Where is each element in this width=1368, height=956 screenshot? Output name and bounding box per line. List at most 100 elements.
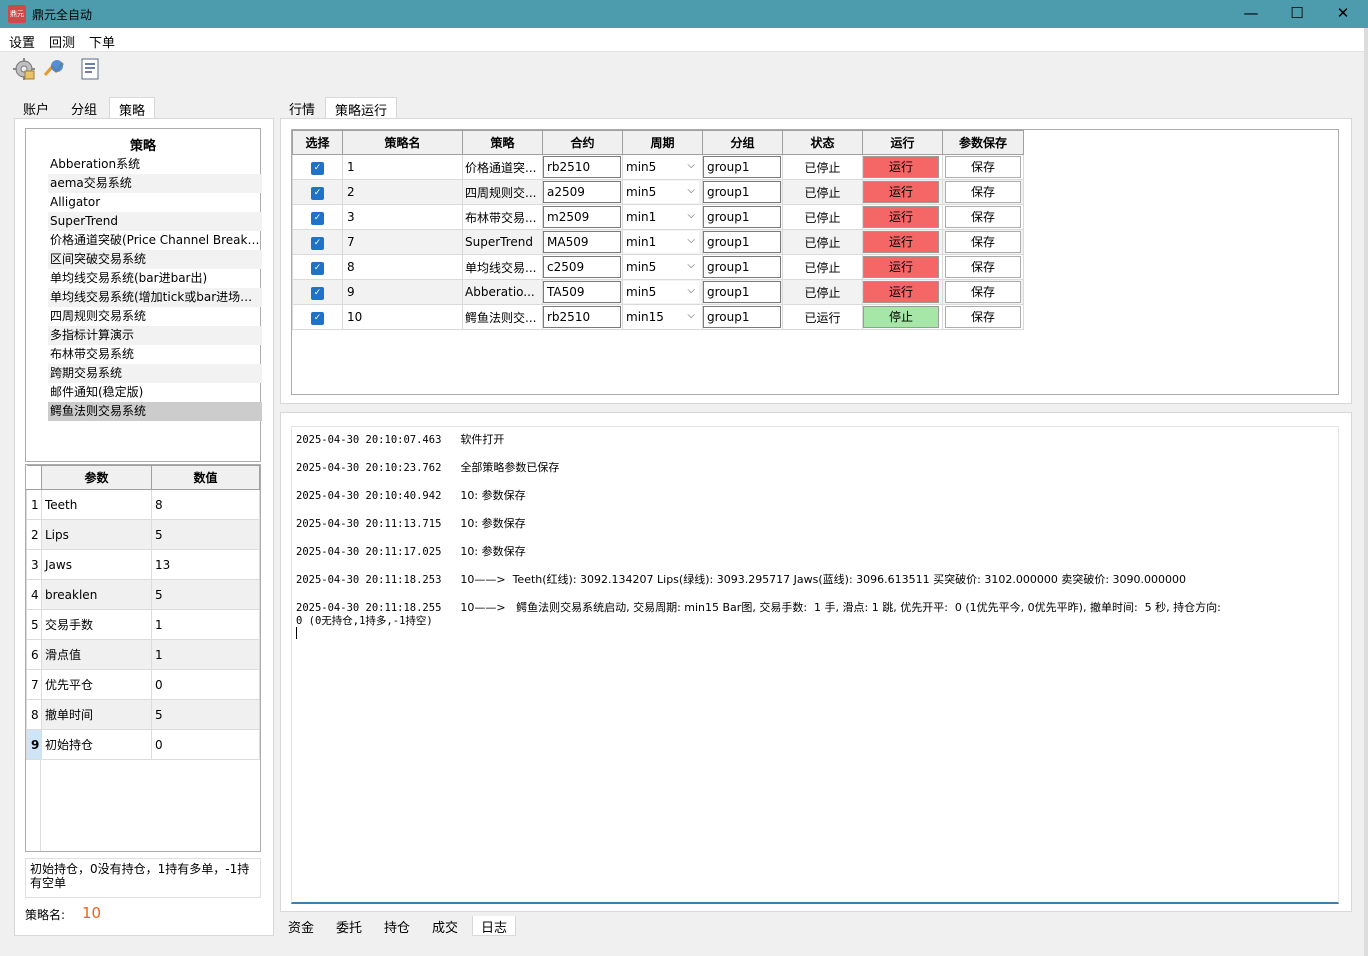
group-input[interactable]: group1 — [703, 256, 781, 278]
run-toggle-button[interactable]: 停止 — [863, 306, 939, 328]
save-params-button[interactable]: 保存 — [945, 206, 1021, 228]
period-select[interactable]: min5 ⌵ — [623, 256, 699, 278]
strategy-list-item[interactable]: 多指标计算演示 — [48, 326, 262, 345]
column-header[interactable]: 参数保存 — [942, 130, 1024, 155]
contract-input[interactable]: a2509 — [543, 181, 621, 203]
param-value[interactable]: 0 — [151, 729, 260, 760]
group-input[interactable]: group1 — [703, 206, 781, 228]
run-toggle-button[interactable]: 运行 — [863, 206, 939, 228]
param-row[interactable]: 5 交易手数 1 — [26, 609, 260, 640]
param-value[interactable]: 5 — [151, 519, 260, 550]
run-toggle-button[interactable]: 运行 — [863, 281, 939, 303]
column-header[interactable]: 选择 — [292, 130, 343, 155]
strategy-list-item[interactable]: 邮件通知(稳定版) — [48, 383, 262, 402]
param-value[interactable]: 5 — [151, 579, 260, 610]
select-checkbox[interactable]: ✓ — [311, 312, 324, 325]
tab-strategy-run[interactable]: 策略运行 — [325, 97, 398, 119]
contract-input[interactable]: MA509 — [543, 231, 621, 253]
select-checkbox[interactable]: ✓ — [311, 287, 324, 300]
close-icon[interactable]: ✕ — [1320, 0, 1366, 28]
period-select[interactable]: min5 ⌵ — [623, 156, 699, 178]
group-input[interactable]: group1 — [703, 156, 781, 178]
select-checkbox[interactable]: ✓ — [311, 262, 324, 275]
param-value[interactable]: 1 — [151, 609, 260, 640]
strategy-list-item[interactable]: Alligator — [48, 193, 262, 212]
tab-trades[interactable]: 成交 — [424, 916, 466, 936]
save-params-button[interactable]: 保存 — [945, 231, 1021, 253]
column-header[interactable]: 周期 — [622, 130, 703, 155]
group-input[interactable]: group1 — [703, 306, 781, 328]
strategy-list-item[interactable]: SuperTrend — [48, 212, 262, 231]
select-checkbox[interactable]: ✓ — [311, 212, 324, 225]
tab-account[interactable]: 账户 — [14, 97, 58, 118]
strategy-list-item[interactable]: 鳄鱼法则交易系统 — [48, 402, 262, 421]
period-select[interactable]: min1 ⌵ — [623, 206, 699, 228]
run-toggle-button[interactable]: 运行 — [863, 181, 939, 203]
strategy-list-item[interactable]: 单均线交易系统(bar进bar出) — [48, 269, 262, 288]
menu-backtest[interactable]: 回测 — [49, 32, 75, 51]
tab-positions[interactable]: 持仓 — [376, 916, 418, 936]
contract-input[interactable]: m2509 — [543, 206, 621, 228]
period-select[interactable]: min5 ⌵ — [623, 281, 699, 303]
column-header[interactable]: 策略 — [462, 130, 543, 155]
run-toggle-button[interactable]: 运行 — [863, 156, 939, 178]
column-header[interactable]: 状态 — [782, 130, 863, 155]
contract-input[interactable]: TA509 — [543, 281, 621, 303]
group-input[interactable]: group1 — [703, 231, 781, 253]
select-checkbox[interactable]: ✓ — [311, 162, 324, 175]
run-toggle-button[interactable]: 运行 — [863, 231, 939, 253]
select-checkbox[interactable]: ✓ — [311, 187, 324, 200]
group-input[interactable]: group1 — [703, 281, 781, 303]
period-select[interactable]: min5 ⌵ — [623, 181, 699, 203]
param-row[interactable]: 8 撤单时间 5 — [26, 699, 260, 730]
column-header[interactable]: 运行 — [862, 130, 943, 155]
param-value[interactable]: 13 — [151, 549, 260, 580]
settings-icon[interactable] — [12, 57, 36, 81]
tab-group[interactable]: 分组 — [62, 97, 106, 118]
maximize-icon[interactable]: ☐ — [1274, 0, 1320, 28]
save-params-button[interactable]: 保存 — [945, 281, 1021, 303]
param-row[interactable]: 9 初始持仓 0 — [26, 729, 260, 760]
document-icon[interactable] — [78, 57, 102, 81]
period-select[interactable]: min1 ⌵ — [623, 231, 699, 253]
param-value[interactable]: 1 — [151, 639, 260, 670]
backtest-icon[interactable] — [42, 57, 66, 81]
param-value[interactable]: 0 — [151, 669, 260, 700]
log-textarea[interactable]: 2025-04-30 20:10:07.463 软件打开 2025-04-30 2… — [291, 426, 1339, 904]
strategy-list-item[interactable]: 布林带交易系统 — [48, 345, 262, 364]
column-header[interactable]: 分组 — [702, 130, 783, 155]
param-value[interactable]: 5 — [151, 699, 260, 730]
contract-input[interactable]: rb2510 — [543, 306, 621, 328]
column-header[interactable]: 合约 — [542, 130, 623, 155]
save-params-button[interactable]: 保存 — [945, 256, 1021, 278]
strategy-list-item[interactable]: 区间突破交易系统 — [48, 250, 262, 269]
minimize-icon[interactable]: — — [1228, 0, 1274, 28]
contract-input[interactable]: rb2510 — [543, 156, 621, 178]
param-row[interactable]: 2 Lips 5 — [26, 519, 260, 550]
tab-log[interactable]: 日志 — [472, 916, 517, 936]
group-input[interactable]: group1 — [703, 181, 781, 203]
save-params-button[interactable]: 保存 — [945, 306, 1021, 328]
period-select[interactable]: min15 ⌵ — [623, 306, 699, 328]
save-params-button[interactable]: 保存 — [945, 181, 1021, 203]
save-params-button[interactable]: 保存 — [945, 156, 1021, 178]
param-row[interactable]: 4 breaklen 5 — [26, 579, 260, 610]
tab-strategy[interactable]: 策略 — [109, 97, 156, 119]
column-header[interactable]: 策略名 — [342, 130, 463, 155]
param-row[interactable]: 3 Jaws 13 — [26, 549, 260, 580]
strategy-list-item[interactable]: 跨期交易系统 — [48, 364, 262, 383]
tab-funds[interactable]: 资金 — [280, 916, 322, 936]
strategy-list-item[interactable]: aema交易系统 — [48, 174, 262, 193]
menu-settings[interactable]: 设置 — [9, 32, 35, 51]
param-row[interactable]: 7 优先平仓 0 — [26, 669, 260, 700]
tab-market[interactable]: 行情 — [280, 97, 324, 118]
param-value[interactable]: 8 — [151, 489, 260, 520]
menu-order[interactable]: 下单 — [89, 32, 115, 51]
strategy-list-item[interactable]: Abberation系统 — [48, 155, 262, 174]
param-row[interactable]: 1 Teeth 8 — [26, 489, 260, 520]
run-toggle-button[interactable]: 运行 — [863, 256, 939, 278]
tab-orders[interactable]: 委托 — [328, 916, 370, 936]
strategy-list-item[interactable]: 价格通道突破(Price Channel Break… — [48, 231, 262, 250]
param-row[interactable]: 6 滑点值 1 — [26, 639, 260, 670]
strategy-list-item[interactable]: 单均线交易系统(增加tick或bar进场… — [48, 288, 262, 307]
